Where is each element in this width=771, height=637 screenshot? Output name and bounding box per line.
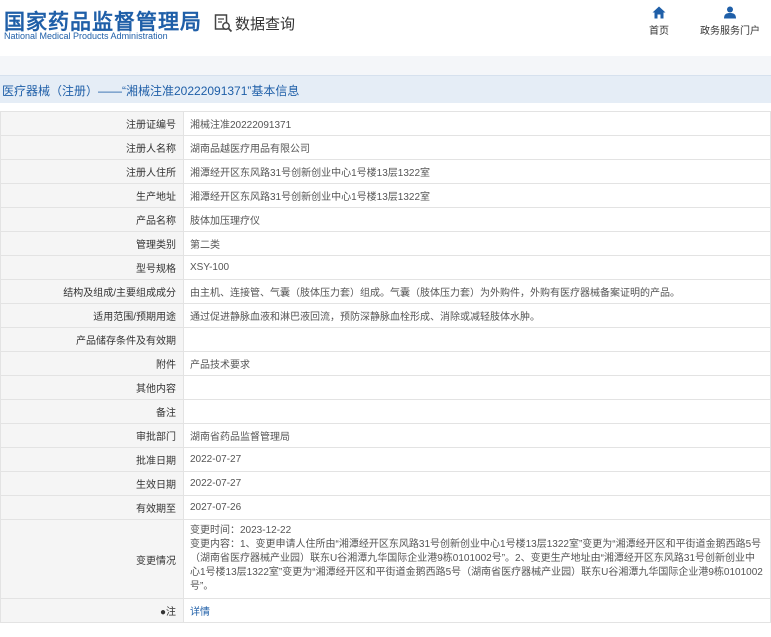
table-row: 批准日期 2022-07-27 bbox=[0, 447, 771, 472]
table-row: 产品名称 肢体加压理疗仪 bbox=[0, 207, 771, 232]
home-icon bbox=[652, 6, 666, 19]
table-row: 结构及组成/主要组成成分 由主机、连接管、气囊（肢体压力套）组成。气囊（肢体压力… bbox=[0, 279, 771, 304]
table-row: 注册证编号 湘械注准20222091371 bbox=[0, 111, 771, 136]
note-label-cell: ●注 bbox=[0, 598, 184, 623]
row-value: 湘械注准20222091371 bbox=[183, 111, 771, 136]
row-value: 湖南品越医疗用品有限公司 bbox=[183, 135, 771, 160]
data-query-label: 数据查询 bbox=[235, 15, 296, 33]
row-value: 肢体加压理疗仪 bbox=[183, 207, 771, 232]
row-label: 其他内容 bbox=[0, 375, 184, 400]
row-value: 湘潭经开区东风路31号创新创业中心1号楼13层1322室 bbox=[183, 183, 771, 208]
row-value: 2022-07-27 bbox=[183, 471, 771, 496]
row-value: 2027-07-26 bbox=[183, 495, 771, 520]
data-query-heading: 数据查询 bbox=[213, 12, 295, 34]
detail-table-body: 注册证编号 湘械注准20222091371 注册人名称 湖南品越医疗用品有限公司… bbox=[0, 111, 771, 623]
row-value: 湘潭经开区东风路31号创新创业中心1号楼13层1322室 bbox=[183, 159, 771, 184]
table-row: 注册人住所 湘潭经开区东风路31号创新创业中心1号楼13层1322室 bbox=[0, 159, 771, 184]
table-row: 其他内容 bbox=[0, 375, 771, 400]
nav-home-label: 首页 bbox=[649, 26, 669, 37]
table-row: 适用范围/预期用途 通过促进静脉血液和淋巴液回流，预防深静脉血栓形成、消除或减轻… bbox=[0, 303, 771, 328]
table-row: 备注 bbox=[0, 399, 771, 424]
row-value bbox=[183, 327, 771, 352]
header-spacer bbox=[0, 56, 771, 75]
row-value: 第二类 bbox=[183, 231, 771, 256]
user-icon bbox=[724, 6, 736, 19]
nav-services-label: 政务服务门户 bbox=[700, 26, 760, 37]
row-value: 通过促进静脉血液和淋巴液回流，预防深静脉血栓形成、消除或减轻肢体水肿。 bbox=[183, 303, 771, 328]
table-row: 有效期至 2027-07-26 bbox=[0, 495, 771, 520]
row-label: 生产地址 bbox=[0, 183, 184, 208]
change-label: 变更情况 bbox=[0, 519, 184, 599]
row-value: 产品技术要求 bbox=[183, 351, 771, 376]
table-row: 型号规格 XSY-100 bbox=[0, 255, 771, 280]
row-value bbox=[183, 399, 771, 424]
row-label: 审批部门 bbox=[0, 423, 184, 448]
row-label: 批准日期 bbox=[0, 447, 184, 472]
row-label: 附件 bbox=[0, 351, 184, 376]
section-title-bar: 医疗器械（注册）——“湘械注准20222091371”基本信息 bbox=[0, 75, 771, 103]
row-label: 生效日期 bbox=[0, 471, 184, 496]
note-label: 注 bbox=[166, 607, 176, 618]
site-header: 国家药品监督管理局 National Medical Products Admi… bbox=[0, 0, 771, 56]
nav-home[interactable]: 首页 bbox=[646, 6, 672, 37]
details-link[interactable]: 详情 bbox=[190, 607, 210, 618]
note-value: 详情 bbox=[183, 598, 771, 623]
row-label: 管理类别 bbox=[0, 231, 184, 256]
change-content: 变更内容：1、变更申请人住所由“湘潭经开区东风路31号创新创业中心1号楼13层1… bbox=[190, 539, 763, 592]
row-label: 备注 bbox=[0, 399, 184, 424]
site-title-en[interactable]: National Medical Products Administration bbox=[4, 31, 168, 41]
row-value: 由主机、连接管、气囊（肢体压力套）组成。气囊（肢体压力套）为外购件，外购有医疗器… bbox=[183, 279, 771, 304]
row-value: 湖南省药品监督管理局 bbox=[183, 423, 771, 448]
detail-table: 注册证编号 湘械注准20222091371 注册人名称 湖南品越医疗用品有限公司… bbox=[0, 111, 771, 623]
row-label: 产品名称 bbox=[0, 207, 184, 232]
row-value: 2022-07-27 bbox=[183, 447, 771, 472]
table-row: 审批部门 湖南省药品监督管理局 bbox=[0, 423, 771, 448]
row-label: 产品储存条件及有效期 bbox=[0, 327, 184, 352]
table-row: 生产地址 湘潭经开区东风路31号创新创业中心1号楼13层1322室 bbox=[0, 183, 771, 208]
row-value: XSY-100 bbox=[183, 255, 771, 280]
search-document-icon bbox=[214, 14, 233, 33]
row-label: 有效期至 bbox=[0, 495, 184, 520]
row-label: 型号规格 bbox=[0, 255, 184, 280]
table-row: 注册人名称 湖南品越医疗用品有限公司 bbox=[0, 135, 771, 160]
table-row-note: ●注 详情 bbox=[0, 598, 771, 623]
section-title: 医疗器械（注册）——“湘械注准20222091371”基本信息 bbox=[2, 84, 300, 98]
table-row: 产品储存条件及有效期 bbox=[0, 327, 771, 352]
row-label: 结构及组成/主要组成成分 bbox=[0, 279, 184, 304]
row-label: 注册人名称 bbox=[0, 135, 184, 160]
row-label: 注册人住所 bbox=[0, 159, 184, 184]
nav-services[interactable]: 政务服务门户 bbox=[698, 6, 762, 37]
table-row: 附件 产品技术要求 bbox=[0, 351, 771, 376]
row-label: 注册证编号 bbox=[0, 111, 184, 136]
table-row: 管理类别 第二类 bbox=[0, 231, 771, 256]
change-value: 变更时间：2023-12-22 变更内容：1、变更申请人住所由“湘潭经开区东风路… bbox=[183, 519, 771, 599]
change-time: 变更时间：2023-12-22 bbox=[190, 525, 292, 536]
row-label: 适用范围/预期用途 bbox=[0, 303, 184, 328]
table-row: 生效日期 2022-07-27 bbox=[0, 471, 771, 496]
table-row-change: 变更情况 变更时间：2023-12-22 变更内容：1、变更申请人住所由“湘潭经… bbox=[0, 519, 771, 599]
row-value bbox=[183, 375, 771, 400]
